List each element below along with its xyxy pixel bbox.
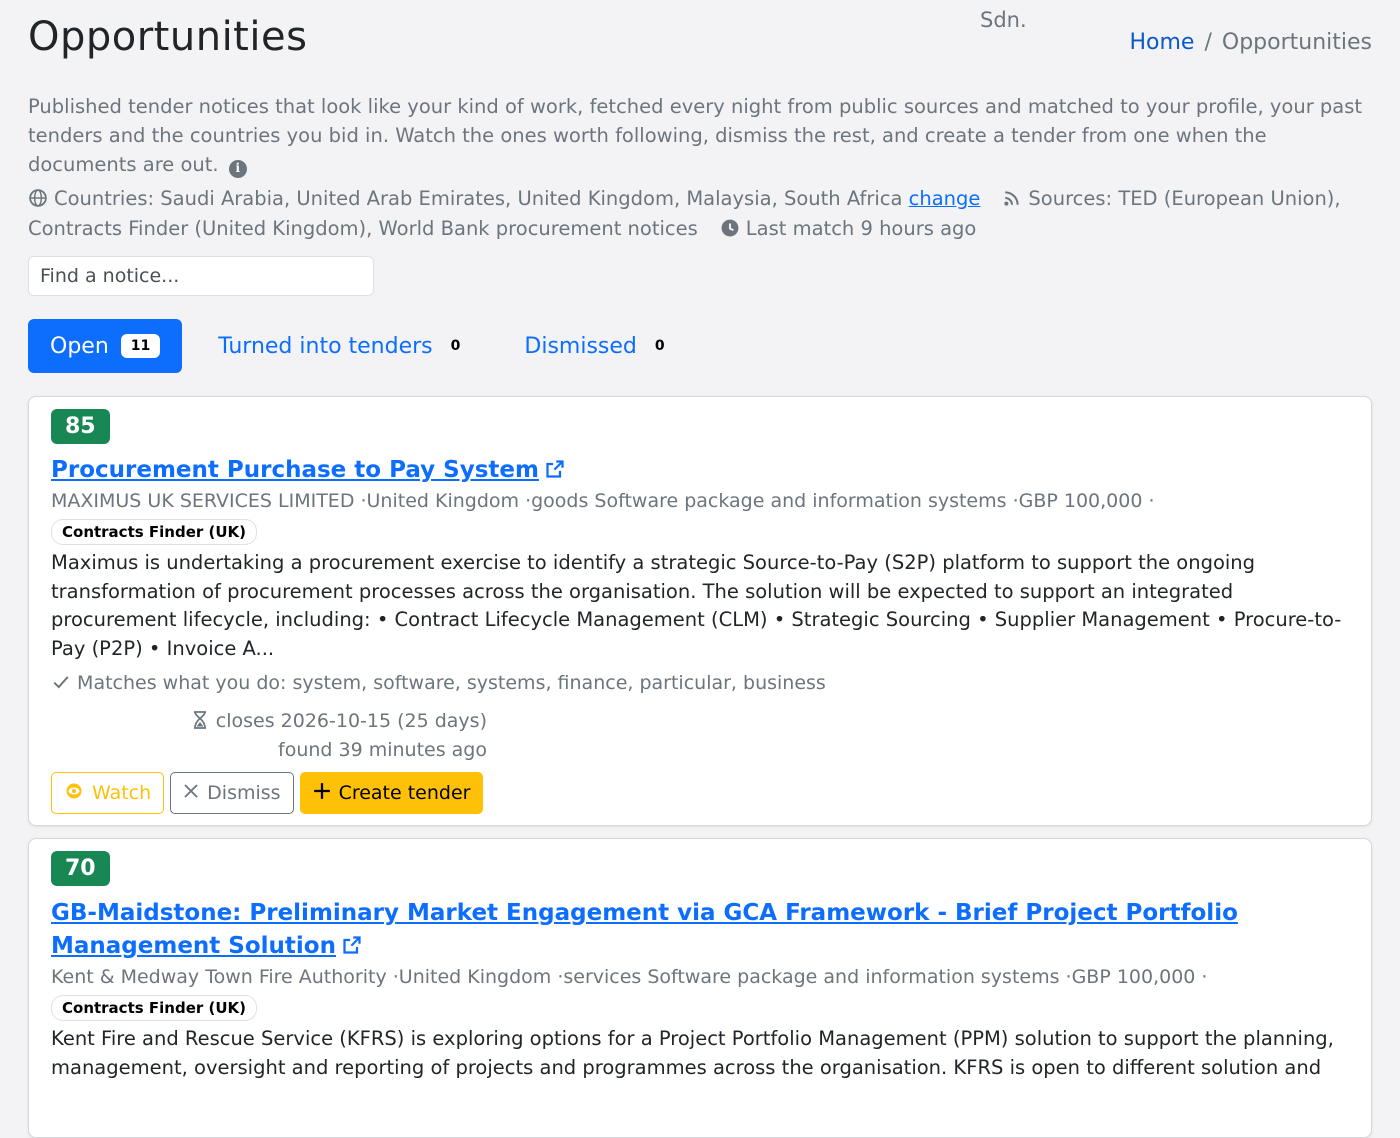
create-tender-label: Create tender	[338, 782, 471, 804]
match-score-badge: 70	[51, 851, 110, 886]
tab-turned-count: 0	[450, 338, 461, 354]
notice-card: 70 GB-Maidstone: Preliminary Market Enga…	[28, 838, 1372, 1138]
tab-dismissed-count: 0	[654, 338, 665, 354]
breadcrumb-current: Opportunities	[1221, 30, 1372, 55]
found-time: found 39 minutes ago	[278, 739, 487, 761]
info-icon[interactable]: i	[228, 159, 247, 178]
countries-text: Countries: Saudi Arabia, United Arab Emi…	[54, 187, 903, 210]
matches-text: Matches what you do: system, software, s…	[77, 672, 826, 694]
notice-title: GB-Maidstone: Preliminary Market Engagem…	[51, 900, 1238, 959]
status-tabs: Open 11 Turned into tenders 0 Dismissed …	[28, 319, 707, 373]
tab-open[interactable]: Open 11	[28, 319, 183, 373]
matches-line: Matches what you do: system, software, s…	[51, 672, 826, 694]
page-header: Opportunities Sdn. Home / Opportunities	[0, 0, 1400, 90]
notice-actions: Watch Dismiss Create tender	[51, 772, 484, 814]
notice-title-link[interactable]: GB-Maidstone: Preliminary Market Engagem…	[51, 897, 1351, 964]
breadcrumb-separator: /	[1204, 30, 1212, 55]
notice-title: Procurement Purchase to Pay System	[51, 457, 539, 483]
dismiss-button[interactable]: Dismiss	[170, 772, 294, 814]
match-score-badge: 85	[51, 409, 110, 444]
breadcrumb: Home / Opportunities	[1129, 30, 1372, 55]
notice-description: Kent Fire and Rescue Service (KFRS) is e…	[51, 1027, 1334, 1079]
notice-card: 85 Procurement Purchase to Pay System MA…	[28, 396, 1372, 826]
hourglass-icon	[192, 710, 216, 732]
company-name-fragment: Sdn.	[980, 8, 1027, 32]
watch-label: Watch	[92, 782, 152, 804]
eye-icon	[64, 782, 84, 804]
tab-open-label: Open	[50, 333, 109, 359]
external-link-icon	[342, 931, 362, 964]
source-badge: Contracts Finder (UK)	[51, 995, 258, 1021]
clock-icon	[720, 214, 740, 244]
globe-icon	[28, 184, 48, 214]
intro-text: Published tender notices that look like …	[28, 92, 1368, 179]
tab-dismissed-label: Dismissed	[524, 333, 637, 359]
notice-description: Maximus is undertaking a procurement exe…	[51, 551, 1342, 660]
breadcrumb-home-link[interactable]: Home	[1129, 30, 1194, 55]
rss-icon	[1002, 184, 1022, 214]
tab-turned-label: Turned into tenders	[218, 333, 433, 359]
dismiss-label: Dismiss	[207, 782, 281, 804]
plus-icon	[313, 782, 331, 805]
change-countries-link[interactable]: change	[909, 187, 981, 210]
external-link-icon	[545, 455, 565, 488]
buyer-details: MAXIMUS UK SERVICES LIMITED ·United King…	[51, 490, 1155, 512]
profile-meta: Countries: Saudi Arabia, United Arab Emi…	[28, 184, 1358, 244]
search-input[interactable]	[28, 256, 374, 296]
closes-date: closes 2026-10-15 (25 days)	[215, 710, 487, 732]
tab-turned-into-tenders[interactable]: Turned into tenders 0	[196, 319, 488, 373]
watch-button[interactable]: Watch	[51, 772, 165, 814]
tab-dismissed[interactable]: Dismissed 0	[502, 319, 692, 373]
x-icon	[183, 782, 199, 804]
source-badge: Contracts Finder (UK)	[51, 519, 258, 545]
deadline-info: closes 2026-10-15 (25 days) found 39 min…	[189, 707, 487, 765]
last-match-text: Last match 9 hours ago	[745, 217, 977, 240]
create-tender-button[interactable]: Create tender	[299, 772, 484, 814]
check-icon	[51, 672, 71, 694]
notice-title-link[interactable]: Procurement Purchase to Pay System	[51, 454, 1351, 488]
page-title: Opportunities	[28, 14, 308, 60]
buyer-details: Kent & Medway Town Fire Authority ·Unite…	[51, 966, 1208, 988]
intro-paragraph: Published tender notices that look like …	[28, 95, 1363, 176]
tab-open-count: 11	[120, 334, 161, 358]
